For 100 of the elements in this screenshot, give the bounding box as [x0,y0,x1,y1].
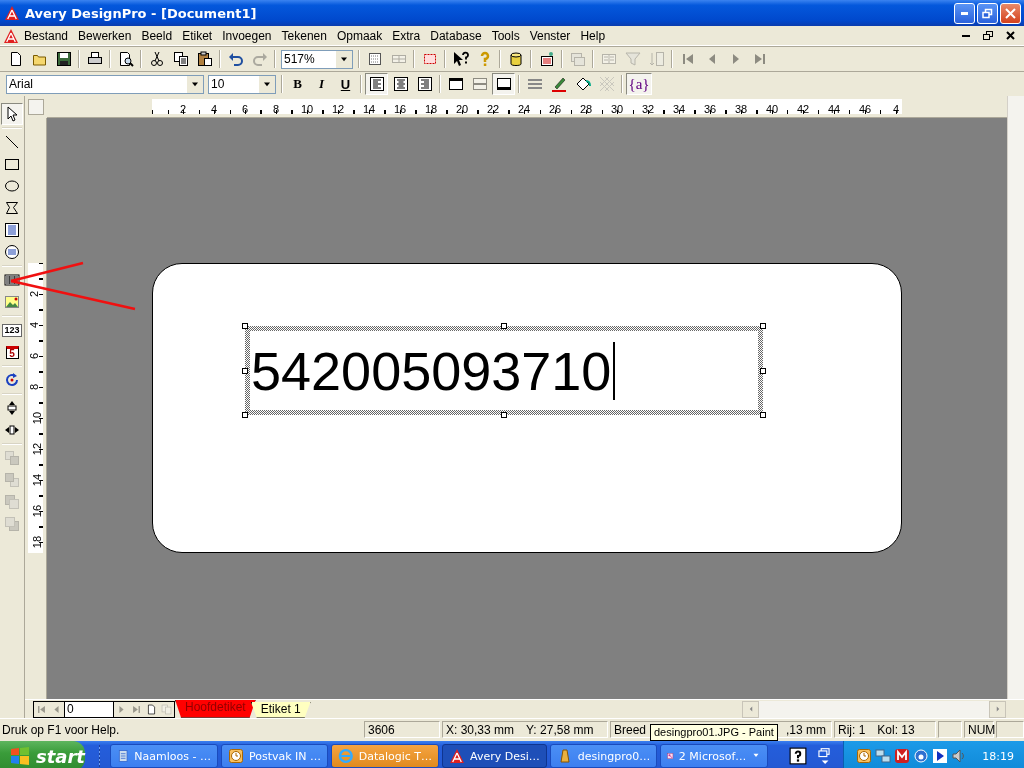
first-icon [36,703,47,715]
status-text: Rij: 1 [838,722,866,737]
menu-item[interactable]: Venster [524,28,576,43]
date-tool-button[interactable]: 5 [1,341,23,363]
line-style-icon [526,76,543,92]
network-icon [875,748,892,764]
merge-field-button[interactable]: {a} [626,73,652,95]
start-button[interactable]: start [0,741,85,768]
resize-handle[interactable] [760,323,766,329]
ruler-label: 18 [31,535,44,549]
zoom-value: 517% [283,52,316,66]
menu-item[interactable]: Bestand [19,28,74,43]
status-text: NUM [968,722,996,737]
menu-item[interactable]: Bewerken [73,28,137,43]
copy-icon [172,51,189,67]
barcode-icon [4,272,20,288]
status-text: 3606 [368,722,395,737]
taskbar-button[interactable]: Avery Desi… [442,744,547,768]
text-block-icon [4,222,20,238]
dropdown-button[interactable] [336,50,352,68]
ruler-label: 6 [28,352,41,360]
ruler-label: 36 [703,103,717,115]
menu-item[interactable]: Invoegen [217,28,277,43]
font-combo[interactable]: Arial [6,74,204,94]
dropdown-button[interactable] [187,75,203,93]
menu-item[interactable]: Extra [387,28,426,43]
pen-icon [550,76,567,92]
status-text: Y: 27,58 mm [526,722,594,737]
resize-handle[interactable] [242,367,248,374]
align-top-icon [447,76,464,92]
resize-handle[interactable] [760,412,766,418]
printer-icon [86,51,103,67]
resize-handle[interactable] [501,323,507,329]
align-center-icon [392,76,409,92]
ruler-label: 16 [31,504,44,518]
ruler-label: 2 [28,290,41,298]
ruler-corner [28,99,44,115]
bold-button[interactable]: B [286,73,309,95]
menu-item[interactable]: Tekenen [276,28,332,43]
fill-bucket-icon [574,76,591,92]
backward-icon [4,516,20,532]
grid-icon [366,51,383,67]
italic-button[interactable]: I [310,73,333,95]
send-back-icon [4,472,20,488]
picture-icon [4,294,20,310]
vertical-scrollbar[interactable] [1007,96,1024,699]
resize-handle[interactable] [501,412,507,418]
circle-text-icon [4,244,20,260]
menu-item[interactable]: Etiket [177,28,218,43]
menu-item[interactable]: Opmaak [331,28,388,43]
align-middle-icon [471,76,488,92]
text-cursor [613,341,616,400]
underline-button[interactable]: U [334,73,357,95]
ruler-label: 18 [424,103,438,115]
menu-item[interactable]: Database [425,28,487,43]
taskbar-button[interactable]: Naamloos - … [110,744,218,768]
ruler-label: 46 [858,103,872,115]
resize-handle[interactable] [760,367,766,374]
menu-item[interactable]: Help [575,28,611,43]
funnel-icon [624,51,641,67]
window-title: Avery DesignPro - [Document1] [25,5,258,21]
font-size-combo[interactable]: 10 [208,74,276,94]
windows-flag-icon [10,747,30,765]
taskbar-button[interactable]: Postvak IN … [221,744,329,768]
status-text: X: 30,33 mm [446,722,515,737]
status-text: Breed [614,722,647,737]
help-button[interactable] [789,747,808,765]
toolbar-button[interactable] [365,73,388,95]
close-icon [1005,31,1015,40]
minimize-icon [962,34,970,37]
dropdown-button[interactable] [259,75,275,93]
ruler-label: 24 [517,103,531,115]
ruler-label: 14 [362,103,376,115]
print-preview-icon [117,51,134,67]
resize-handle[interactable] [242,323,248,329]
line-icon [4,134,20,150]
toolbar-button[interactable] [492,73,515,95]
restore-button[interactable] [980,28,996,43]
clock: 18:19 [982,749,1014,763]
sheet-tab[interactable]: Etiket 1 [250,701,311,718]
polygon-icon [4,200,20,216]
sort-icon [648,51,665,67]
previous-icon [51,703,62,715]
page-field[interactable]: 0 [64,701,114,717]
resize-handle[interactable] [242,412,248,418]
page-icon [146,703,157,715]
menu-item[interactable]: Tools [486,28,525,43]
ruler-label: 16 [393,103,407,115]
zoom-combo[interactable]: 517% [281,49,353,69]
flip-horizontal-icon [4,422,20,438]
ruler-label: 20 [455,103,469,115]
clock-icon [856,748,873,764]
play-icon [932,748,949,764]
font-size-value: 10 [210,77,226,91]
taskbar-button[interactable]: desingpro0… [549,744,658,768]
taskbar-button[interactable]: 2 Microsof… [660,744,769,768]
tool-button[interactable] [1,103,23,125]
menu-item[interactable]: Beeld [136,28,178,43]
triangle-logo-icon [449,748,466,764]
copy-page-icon [161,703,172,715]
